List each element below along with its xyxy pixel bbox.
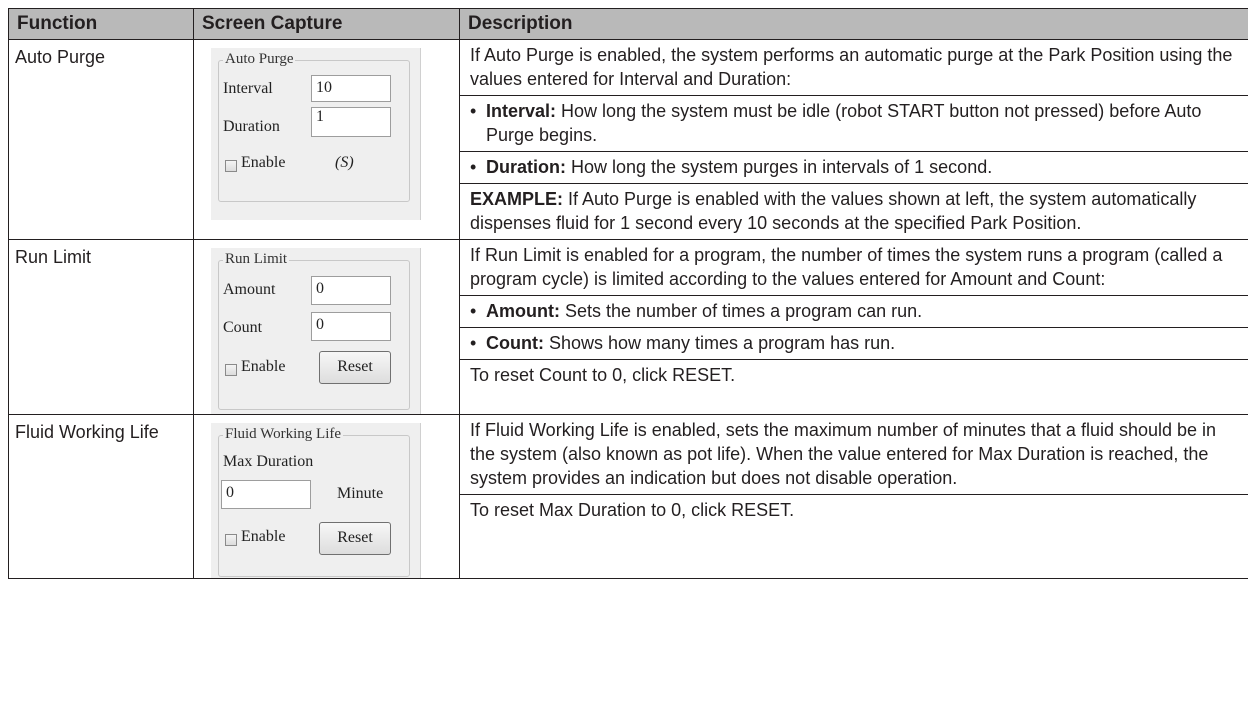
bullet-text: Sets the number of times a program can r…	[559, 301, 923, 321]
example-term: EXAMPLE:	[470, 189, 564, 209]
example-text: If Auto Purge is enabled with the values…	[470, 189, 1197, 233]
enable-checkbox[interactable]	[225, 160, 237, 172]
groupbox-title: Fluid Working Life	[223, 426, 344, 443]
amount-label: Amount	[223, 281, 276, 298]
groupbox-title: Auto Purge	[223, 51, 296, 68]
capture-cell: Fluid Working Life Max Duration 0 Minute…	[193, 414, 460, 579]
run-limit-capture: Run Limit Amount 0 Count 0 Enable Reset	[211, 248, 421, 414]
table-row-fluid-working-life: Fluid Working Life Fluid Working Life Ma…	[8, 414, 1248, 579]
header-screen-capture: Screen Capture	[193, 8, 460, 40]
fluid-working-life-capture: Fluid Working Life Max Duration 0 Minute…	[211, 423, 421, 578]
reset-button[interactable]: Reset	[319, 351, 391, 384]
duration-input[interactable]: 1	[311, 107, 391, 137]
reset-button[interactable]: Reset	[319, 522, 391, 555]
groupbox-title: Run Limit	[223, 251, 290, 268]
table-row-run-limit: Run Limit Run Limit Amount 0 Count 0 Ena…	[8, 239, 1248, 415]
description-intro: If Fluid Working Life is enabled, sets t…	[460, 415, 1248, 495]
seconds-unit-label: (S)	[335, 154, 354, 171]
auto-purge-capture: Auto Purge Interval 10 Duration 1 Enable…	[211, 48, 421, 220]
interval-label: Interval	[223, 80, 273, 97]
reset-instruction: To reset Count to 0, click RESET.	[470, 365, 736, 385]
bullet-term: Count:	[486, 333, 544, 353]
bullet-text: Shows how many times a program has run.	[543, 333, 896, 353]
bullet-text: How long the system must be idle (robot …	[486, 101, 1202, 145]
capture-cell: Auto Purge Interval 10 Duration 1 Enable…	[193, 39, 460, 240]
enable-label: Enable	[241, 358, 286, 375]
description-intro: If Run Limit is enabled for a program, t…	[460, 240, 1248, 296]
count-input[interactable]: 0	[311, 312, 391, 341]
capture-cell: Run Limit Amount 0 Count 0 Enable Reset	[193, 239, 460, 415]
max-duration-input[interactable]: 0	[221, 480, 311, 509]
description-cell: If Run Limit is enabled for a program, t…	[459, 239, 1248, 415]
bullet-term: Interval:	[486, 101, 557, 121]
bullet-term: Amount:	[486, 301, 560, 321]
description-cell: If Auto Purge is enabled, the system per…	[459, 39, 1248, 240]
header-row: Function Screen Capture Description	[8, 8, 1248, 40]
count-label: Count	[223, 319, 263, 336]
enable-label: Enable	[241, 154, 286, 171]
reset-instruction: To reset Max Duration to 0, click RESET.	[470, 500, 795, 520]
enable-checkbox[interactable]	[225, 534, 237, 546]
bullet-interval: • Interval: How long the system must be i…	[460, 96, 1248, 152]
enable-checkbox[interactable]	[225, 364, 237, 376]
header-description: Description	[459, 8, 1248, 40]
description-cell: If Fluid Working Life is enabled, sets t…	[459, 414, 1248, 579]
table-row-auto-purge: Auto Purge Auto Purge Interval 10 Durati…	[8, 39, 1248, 240]
enable-label: Enable	[241, 528, 286, 545]
description-intro: If Auto Purge is enabled, the system per…	[460, 40, 1248, 96]
bullet-count: • Count: Shows how many times a program h…	[460, 328, 1248, 360]
interval-input[interactable]: 10	[311, 75, 391, 102]
function-cell: Auto Purge	[8, 39, 194, 240]
header-function: Function	[8, 8, 194, 40]
minute-unit-label: Minute	[337, 485, 384, 502]
bullet-amount: • Amount: Sets the number of times a prog…	[460, 296, 1248, 328]
example-paragraph: EXAMPLE: If Auto Purge is enabled with t…	[460, 184, 1248, 239]
bullet-text: How long the system purges in intervals …	[566, 157, 993, 177]
bullet-term: Duration:	[486, 157, 566, 177]
max-duration-label: Max Duration	[223, 453, 314, 470]
bullet-duration: • Duration: How long the system purges in…	[460, 152, 1248, 184]
amount-input[interactable]: 0	[311, 276, 391, 305]
function-cell: Fluid Working Life	[8, 414, 194, 579]
duration-label: Duration	[223, 118, 280, 135]
function-cell: Run Limit	[8, 239, 194, 415]
function-table: Function Screen Capture Description Auto…	[8, 8, 1248, 579]
